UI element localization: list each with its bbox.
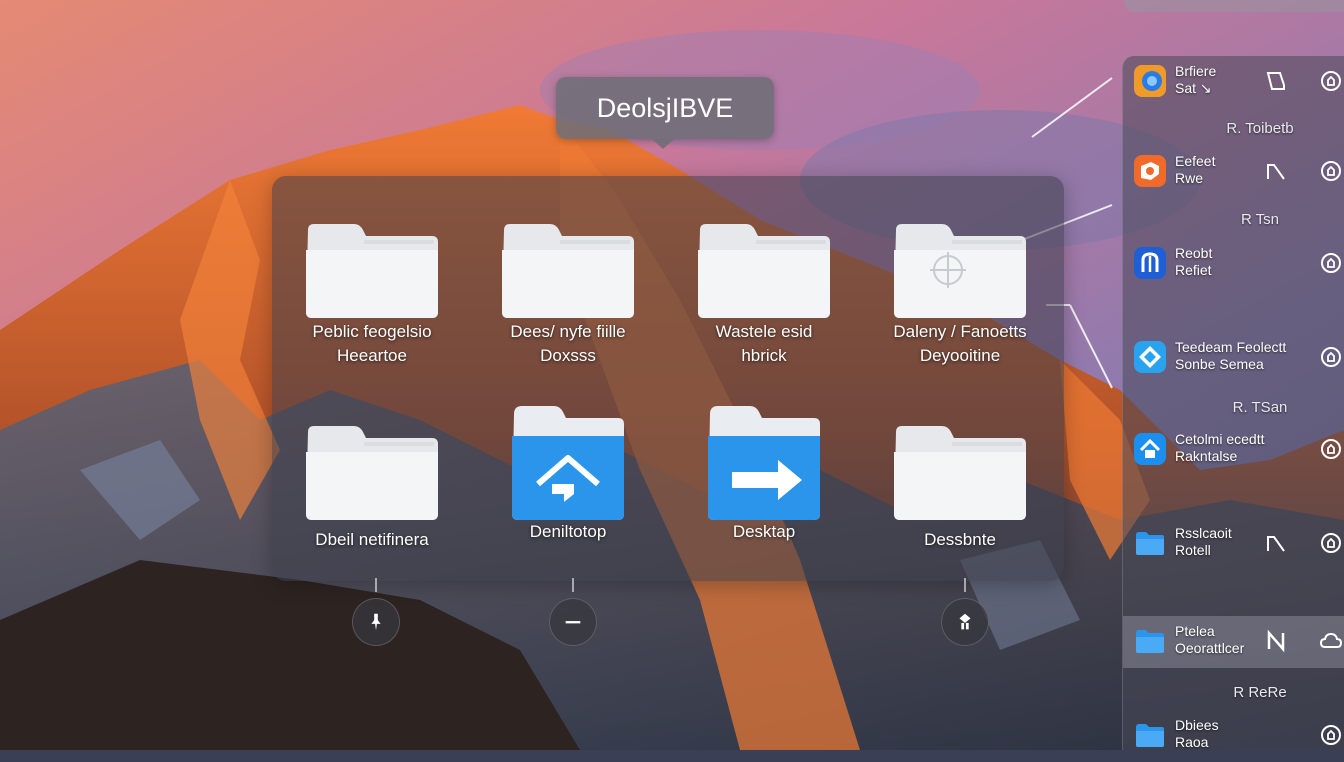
notification-sidebar: Brfiere Sat ↘ R. Toibetb Eefeet Rwe R Ts…	[1122, 56, 1344, 750]
sidebar-row-text: Reobt Refiet	[1175, 245, 1295, 279]
sidebar-row-subtitle: Raoa	[1175, 734, 1209, 750]
folder-item-2[interactable]: Dees/ nyfe fiille Doxsss	[470, 220, 666, 368]
folder-label-line1: Wastele esid	[715, 322, 813, 341]
folder-label-line2: hbrick	[741, 346, 787, 365]
folder-item-6[interactable]: Deniltotop	[470, 402, 666, 544]
lock-icon	[1321, 71, 1341, 91]
sidebar-row-title: Dbiees	[1175, 717, 1219, 733]
folder-item-8[interactable]: Dessbnte	[862, 422, 1058, 552]
cloud-icon	[1319, 632, 1343, 648]
lock-button[interactable]	[1318, 722, 1344, 748]
folder-item-4[interactable]: Daleny / Fanoetts Deyooitine	[862, 220, 1058, 368]
folder-label-line1: Desktap	[732, 522, 796, 541]
folder-item-7[interactable]: Desktap	[666, 402, 862, 544]
sidebar-section-label: R ReRe	[1233, 684, 1287, 701]
sidebar-row-text: Teedeam Feolectt Sonbe Semea	[1175, 339, 1303, 373]
settings-icon	[959, 613, 971, 630]
folder-blue-icon	[1133, 526, 1167, 560]
app-blue-a-icon	[1133, 246, 1167, 280]
folder-label-line1: Peblic feogelsio	[312, 322, 432, 341]
folder-icon	[302, 220, 442, 320]
stem-line	[572, 578, 574, 592]
sidebar-row-subtitle: Sonbe Semea	[1175, 356, 1264, 372]
stack-title: DeolsjIBVE	[556, 77, 774, 149]
sidebar-row-title: Cetolmi ecedtt	[1175, 431, 1265, 447]
pin-icon	[371, 613, 381, 631]
quick-action-button[interactable]	[1263, 530, 1289, 556]
lock-icon	[1321, 161, 1341, 181]
quick-action-button[interactable]	[1263, 158, 1289, 184]
lock-icon	[1321, 533, 1341, 553]
sidebar-row-5[interactable]: Cetolmi ecedtt Rakntalse	[1123, 424, 1344, 476]
folder-label-line1: Dessbnte	[924, 530, 996, 549]
lock-button[interactable]	[1318, 250, 1344, 276]
sidebar-row-text: Cetolmi ecedtt Rakntalse	[1175, 431, 1303, 465]
sidebar-row-3[interactable]: Reobt Refiet	[1123, 238, 1344, 290]
lock-button[interactable]	[1318, 344, 1344, 370]
folder-blue-icon	[1133, 624, 1167, 658]
stem-line	[964, 578, 966, 592]
folder-label-line2: Heeartoe	[337, 346, 407, 365]
lock-icon	[1321, 253, 1341, 273]
lock-button[interactable]	[1318, 436, 1344, 462]
folder-label-line1: Dbeil netifinera	[315, 530, 429, 549]
lock-icon	[1321, 347, 1341, 367]
sidebar-row-text: Dbiees Raoa	[1175, 717, 1295, 751]
folder-item-1[interactable]: Peblic feogelsio Heeartoe	[274, 220, 470, 368]
settings-button[interactable]	[941, 598, 989, 646]
sidebar-row-title: Teedeam Feolectt	[1175, 339, 1287, 355]
app-orange-blue-icon	[1133, 64, 1167, 98]
sidebar-row-title: Reobt	[1175, 245, 1213, 261]
lock-button[interactable]	[1318, 530, 1344, 556]
folder-label-line1: Daleny / Fanoetts	[893, 322, 1027, 341]
sidebar-row-7[interactable]: Ptelea Oeorattlcer	[1123, 616, 1344, 668]
folder-blue-icon	[1133, 718, 1167, 752]
folder-icon	[302, 422, 442, 522]
sidebar-row-2[interactable]: Eefeet Rwe	[1123, 146, 1344, 198]
quick-action-button[interactable]	[1263, 68, 1289, 94]
minus-button[interactable]	[549, 598, 597, 646]
folder-label-line1: Deniltotop	[529, 522, 607, 541]
lock-button[interactable]	[1318, 68, 1344, 94]
sidebar-row-subtitle: Refiet	[1175, 262, 1212, 278]
quick-action-button[interactable]	[1263, 628, 1289, 654]
sidebar-row-8[interactable]: Dbiees Raoa	[1123, 710, 1344, 762]
minus-icon	[565, 621, 581, 624]
lock-button[interactable]	[1318, 158, 1344, 184]
chart-icon	[1267, 164, 1285, 180]
sidebar-row-subtitle: Rakntalse	[1175, 448, 1238, 464]
n-icon	[1267, 629, 1285, 653]
app-orange-icon	[1133, 154, 1167, 188]
pin-button[interactable]	[352, 598, 400, 646]
top-strip	[1124, 0, 1344, 12]
tag-icon	[1266, 72, 1285, 90]
arrow-folder-icon	[704, 402, 824, 522]
cloud-button[interactable]	[1318, 628, 1344, 654]
sidebar-row-4[interactable]: Teedeam Feolectt Sonbe Semea	[1123, 332, 1344, 384]
folder-label-line1: Dees/ nyfe fiille	[510, 322, 626, 341]
sidebar-section-label: R. TSan	[1232, 399, 1288, 416]
lock-icon	[1321, 439, 1341, 459]
sidebar-row-1[interactable]: Brfiere Sat ↘	[1123, 56, 1344, 108]
folder-icon	[498, 220, 638, 320]
folder-item-5[interactable]: Dbeil netifinera	[274, 422, 470, 552]
chart-icon	[1267, 536, 1285, 552]
folder-item-3[interactable]: Wastele esid hbrick	[666, 220, 862, 368]
sidebar-section-label: R Tsn	[1240, 211, 1280, 228]
folder-stack-grid: Peblic feogelsio Heeartoe Dees/ nyfe fii…	[272, 176, 1064, 581]
lock-icon	[1321, 725, 1341, 745]
stem-line	[375, 578, 377, 592]
home-folder-icon	[508, 402, 628, 522]
folder-label-line2: Doxsss	[540, 346, 596, 365]
folder-icon	[694, 220, 834, 320]
app-sky-icon	[1133, 340, 1167, 374]
folder-label-line2: Deyooitine	[919, 346, 1001, 365]
folder-crosshair-icon	[890, 220, 1030, 320]
home-app-icon	[1133, 432, 1167, 466]
sidebar-section-label: R. Toibetb	[1226, 120, 1294, 137]
folder-icon	[890, 422, 1030, 522]
sidebar-row-6[interactable]: Rsslcaoit Rotell	[1123, 518, 1344, 570]
